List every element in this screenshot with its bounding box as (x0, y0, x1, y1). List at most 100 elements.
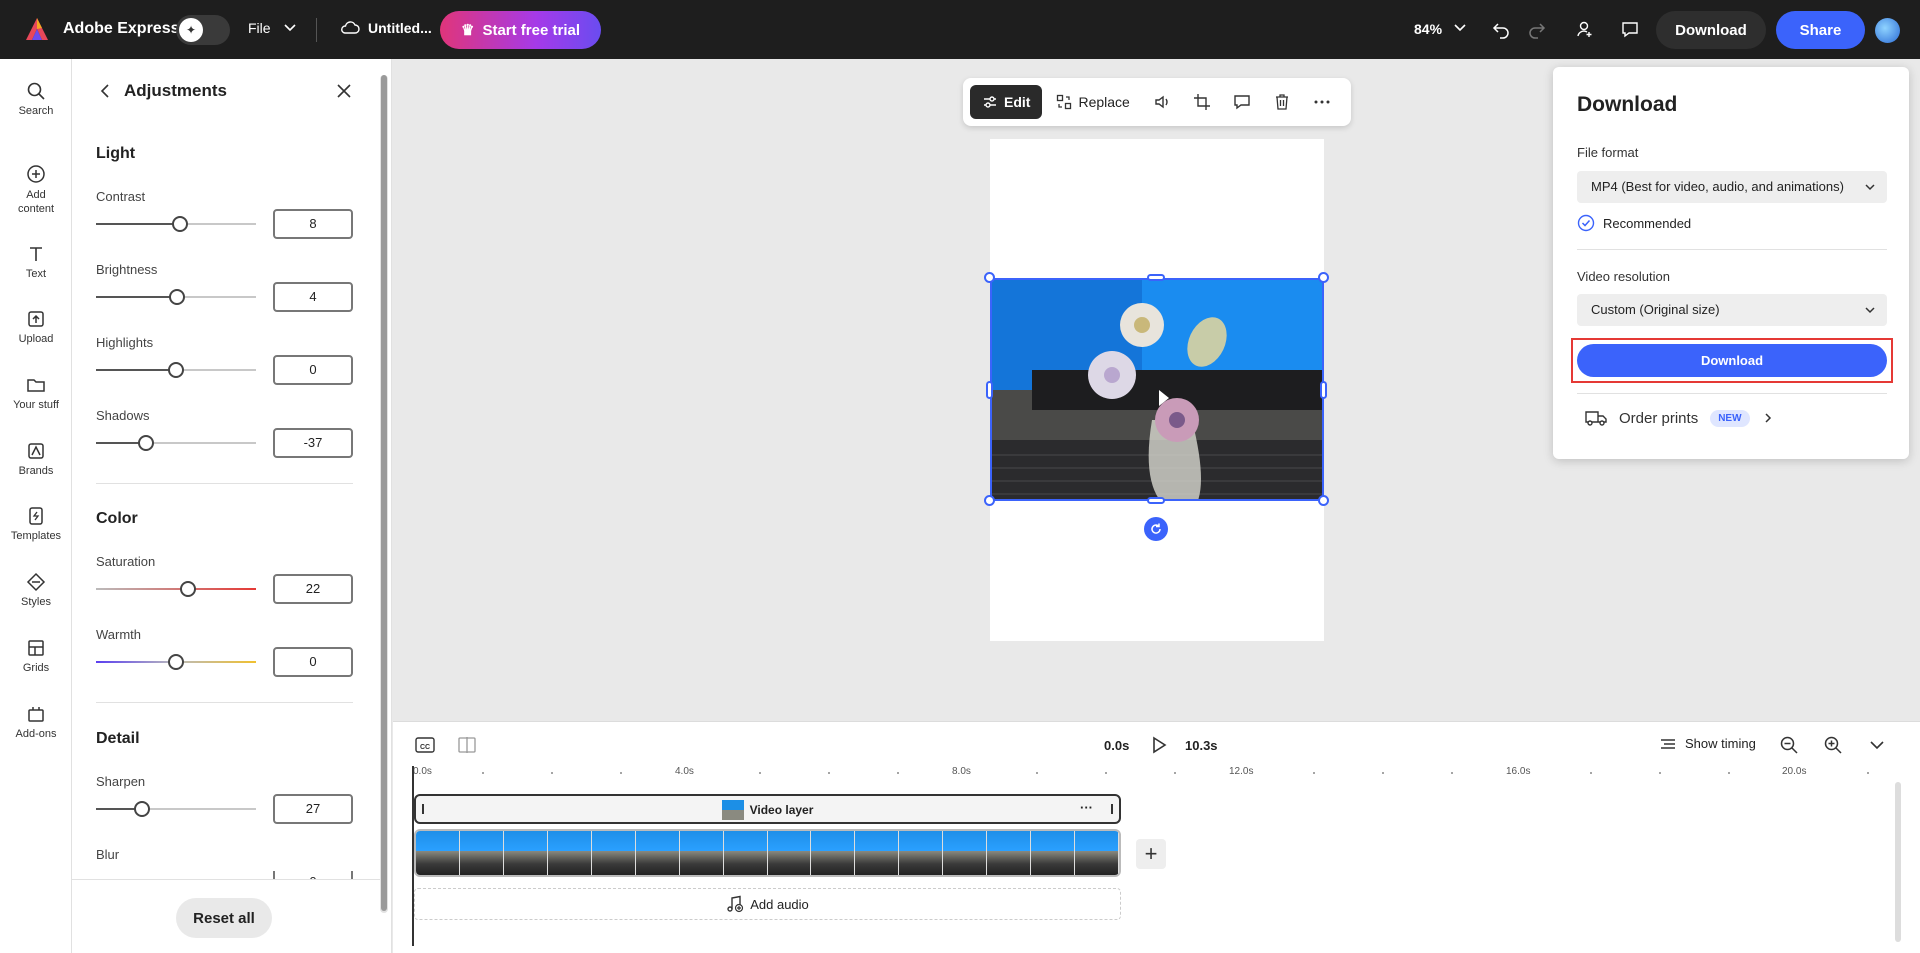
rail-item-templates[interactable]: Templates (0, 506, 72, 542)
saturation-slider-thumb[interactable] (180, 581, 196, 597)
blur-label: Blur (96, 847, 120, 862)
rail-item-add-ons[interactable]: Add-ons (0, 704, 72, 740)
saturation-value-input[interactable]: 22 (273, 574, 353, 604)
close-icon[interactable] (334, 81, 354, 101)
play-icon[interactable] (1147, 734, 1169, 756)
captions-icon[interactable]: CC (415, 736, 435, 754)
back-arrow-icon[interactable] (96, 81, 116, 101)
rail-item-styles[interactable]: Styles (0, 572, 72, 608)
rail-item-search[interactable]: Search (0, 81, 72, 117)
brightness-label: Brightness (96, 262, 158, 277)
show-timing-label: Show timing (1685, 736, 1756, 751)
redo-icon[interactable] (1524, 16, 1550, 42)
highlights-value-input[interactable]: 0 (273, 355, 353, 385)
brightness-slider-thumb[interactable] (169, 289, 185, 305)
delete-icon[interactable] (1264, 85, 1300, 119)
shadows-slider[interactable] (96, 442, 256, 444)
rail-item-add-content[interactable]: Add content (0, 164, 72, 216)
timeline-scrollbar[interactable] (1895, 782, 1901, 942)
sharpen-slider-thumb[interactable] (134, 801, 150, 817)
edit-label: Edit (1004, 94, 1031, 110)
adjustments-scrollbar[interactable] (380, 75, 388, 913)
file-format-select[interactable]: MP4 (Best for video, audio, and animatio… (1577, 171, 1887, 203)
replace-label: Replace (1078, 94, 1130, 110)
warmth-value-input[interactable]: 0 (273, 647, 353, 677)
replace-button[interactable]: Replace (1046, 85, 1139, 119)
share-button[interactable]: Share (1776, 11, 1865, 49)
edit-button[interactable]: Edit (970, 85, 1043, 119)
resize-handle-bottom-left[interactable] (984, 495, 995, 506)
add-audio-button[interactable]: Add audio (414, 888, 1121, 920)
brightness-value-input[interactable]: 4 (273, 282, 353, 312)
video-element[interactable] (990, 278, 1324, 501)
file-menu[interactable]: File (248, 20, 271, 36)
crop-icon[interactable] (1184, 85, 1220, 119)
comment-icon[interactable] (1224, 85, 1260, 119)
collapse-chevron-icon[interactable] (1867, 735, 1887, 755)
resize-handle-bottom[interactable] (1147, 497, 1165, 504)
rail-label: Your stuff (13, 399, 59, 411)
detail-section-heading: Detail (96, 730, 140, 747)
search-icon (27, 82, 45, 100)
zoom-level[interactable]: 84% (1414, 21, 1442, 37)
adjustments-panel: Adjustments Light Contrast 8 Brightness … (72, 59, 392, 953)
shadows-value-input[interactable]: -37 (273, 428, 353, 458)
rail-item-your-stuff[interactable]: Your stuff (0, 375, 72, 411)
contrast-value-input[interactable]: 8 (273, 209, 353, 239)
undo-icon[interactable] (1488, 16, 1514, 42)
truck-icon (1585, 411, 1607, 426)
trial-label: Start free trial (482, 21, 580, 39)
rail-item-grids[interactable]: Grids (0, 638, 72, 674)
warmth-slider-thumb[interactable] (168, 654, 184, 670)
resize-handle-bottom-right[interactable] (1318, 495, 1329, 506)
adobe-express-logo[interactable] (24, 16, 50, 42)
collaborate-icon[interactable] (1572, 16, 1598, 42)
download-button[interactable]: Download (1577, 344, 1887, 377)
resize-handle-top-right[interactable] (1318, 272, 1329, 283)
document-title[interactable]: Untitled... (340, 20, 432, 36)
topbar-divider (316, 18, 317, 42)
video-clip-filmstrip[interactable] (414, 829, 1121, 877)
saturation-slider[interactable] (96, 588, 256, 590)
start-free-trial-button[interactable]: ♛ Start free trial (440, 11, 601, 49)
timeline-ruler[interactable]: 0.0s 4.0s 8.0s 12.0s 16.0s 20.0s (413, 766, 1903, 782)
zoom-in-icon[interactable] (1823, 735, 1843, 755)
mode-toggle[interactable]: ✦ (176, 15, 230, 45)
shadows-slider-thumb[interactable] (138, 435, 154, 451)
zoom-chevron-down-icon[interactable] (1452, 19, 1468, 35)
contrast-slider-thumb[interactable] (172, 216, 188, 232)
resize-handle-right[interactable] (1320, 381, 1327, 399)
resize-handle-left[interactable] (986, 381, 993, 399)
highlights-slider-thumb[interactable] (168, 362, 184, 378)
rail-label: Templates (10, 530, 62, 542)
resize-handle-top[interactable] (1147, 274, 1165, 281)
rail-item-text[interactable]: Text (0, 244, 72, 280)
chevron-down-icon[interactable] (282, 19, 298, 35)
resize-handle-top-left[interactable] (984, 272, 995, 283)
split-icon[interactable] (457, 736, 477, 754)
trim-handle-right[interactable] (1111, 804, 1113, 814)
more-options-icon[interactable] (1304, 85, 1340, 119)
show-timing-button[interactable]: Show timing (1659, 736, 1756, 751)
video-resolution-select[interactable]: Custom (Original size) (1577, 294, 1887, 326)
avatar[interactable] (1875, 18, 1900, 43)
crown-icon: ♛ (461, 22, 475, 39)
more-options-icon[interactable]: ··· (1080, 800, 1093, 815)
rail-item-brands[interactable]: Brands (0, 441, 72, 477)
rail-item-upload[interactable]: Upload (0, 309, 72, 345)
video-layer-track[interactable]: Video layer ··· (414, 794, 1121, 824)
volume-icon[interactable] (1144, 85, 1180, 119)
blur-value-input[interactable]: 0 (273, 871, 353, 879)
light-section-heading: Light (96, 145, 136, 162)
comment-icon[interactable] (1617, 16, 1643, 42)
zoom-out-icon[interactable] (1779, 735, 1799, 755)
sharpen-value-input[interactable]: 27 (273, 794, 353, 824)
topbar-download-button[interactable]: Download (1656, 11, 1766, 49)
reset-all-button[interactable]: Reset all (176, 898, 272, 938)
download-panel: Download File format MP4 (Best for video… (1553, 67, 1909, 459)
order-prints-link[interactable]: Order prints NEW (1585, 409, 1774, 427)
add-clip-button[interactable]: + (1136, 839, 1166, 869)
sharpen-slider[interactable] (96, 808, 256, 810)
styles-icon (26, 572, 46, 592)
rotate-icon[interactable] (1144, 517, 1168, 541)
